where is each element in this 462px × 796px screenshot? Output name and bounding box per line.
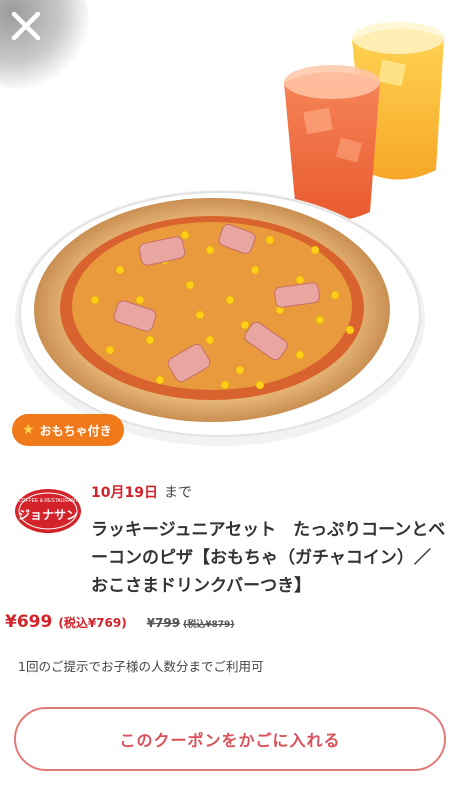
brand-logo: COFFEE & RESTAURANT ジョナサン [14,488,82,534]
price-row: ¥699 (税込¥769) ¥799 (税込¥879) [5,612,234,632]
coupon-title: ラッキージュニアセット たっぷりコーンとベーコンのピザ【おもちゃ（ガチャコイン）… [91,520,446,596]
close-icon [11,11,41,41]
deadline-suffix: まで [163,485,192,501]
hero-image: ★ おもちゃ付き [0,0,462,455]
original-price: ¥799 [146,616,181,630]
jonathan-logo-icon: COFFEE & RESTAURANT ジョナサン [15,489,81,533]
logo-subtitle: COFFEE & RESTAURANT [18,498,78,504]
add-coupon-button-label: このクーポンをかごに入れる [119,731,341,750]
toy-badge-label: おもちゃ付き [39,423,112,438]
add-coupon-to-cart-button[interactable]: このクーポンをかごに入れる [14,707,446,771]
logo-title: ジョナサン [18,508,78,522]
original-price-with-tax: (税込¥879) [183,620,235,630]
star-icon: ★ [22,422,35,438]
tomato-juice-glass [284,65,380,221]
price-with-tax: (税込¥769) [58,616,127,630]
price: ¥699 [5,612,53,632]
usage-note: 1回のご提示でお子様の人数分までご利用可 [18,659,264,674]
deadline: 10月19日 まで [91,482,192,502]
toy-included-badge: ★ おもちゃ付き [12,414,124,446]
deadline-date: 10月19日 [91,485,158,501]
close-button[interactable] [4,4,48,48]
